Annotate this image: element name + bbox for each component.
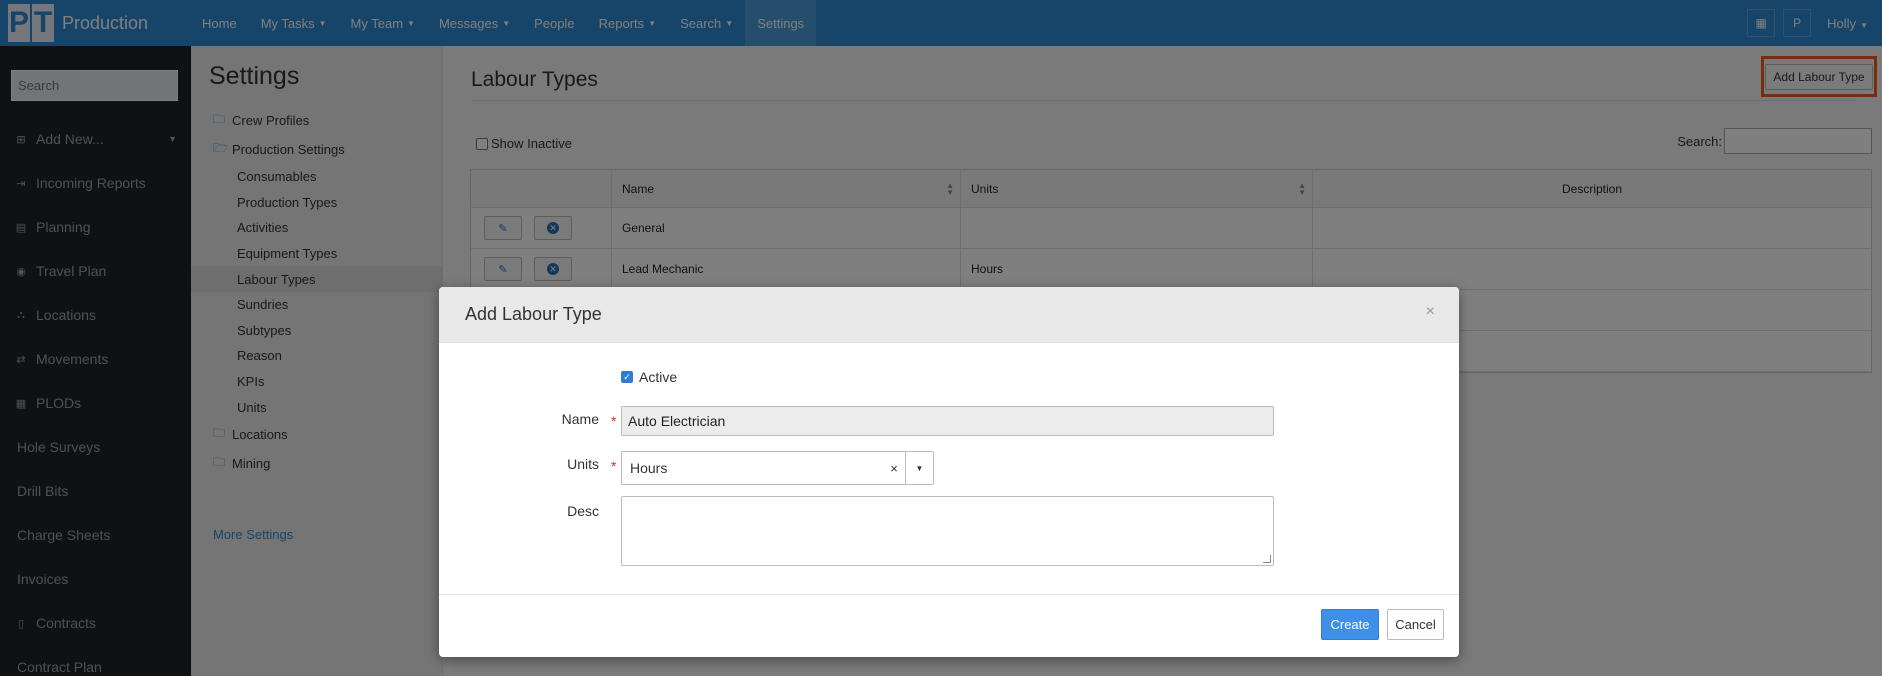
desc-label: Desc xyxy=(567,503,599,519)
cancel-button[interactable]: Cancel xyxy=(1387,609,1444,640)
dropdown-toggle[interactable]: ▼ xyxy=(905,452,933,484)
active-checkbox[interactable]: ✓ xyxy=(621,371,633,383)
units-label: Units xyxy=(567,456,599,472)
required-asterisk: * xyxy=(611,458,617,474)
clear-selection-icon[interactable]: × xyxy=(883,461,905,476)
units-select[interactable]: Hours × ▼ xyxy=(621,451,934,485)
resize-handle-icon[interactable] xyxy=(1263,555,1271,563)
dialog-title: Add Labour Type xyxy=(465,304,602,324)
dialog-body: ✓ Active Name * Auto Electrician Units *… xyxy=(439,343,1459,593)
dialog-header: Add Labour Type × xyxy=(439,287,1459,343)
name-input[interactable]: Auto Electrician xyxy=(621,406,1274,436)
active-toggle[interactable]: ✓ Active xyxy=(621,369,677,385)
required-asterisk: * xyxy=(611,413,617,429)
add-labour-type-dialog: Add Labour Type × ✓ Active Name * Auto E… xyxy=(439,287,1459,657)
caret-down-icon: ▼ xyxy=(915,463,924,473)
dialog-footer: Create Cancel xyxy=(439,594,1459,657)
description-textarea[interactable] xyxy=(621,496,1274,566)
active-label: Active xyxy=(639,369,678,385)
create-button[interactable]: Create xyxy=(1321,609,1379,640)
close-icon[interactable]: × xyxy=(1426,303,1435,321)
name-label: Name xyxy=(561,411,599,427)
units-selected-value: Hours xyxy=(630,460,668,476)
